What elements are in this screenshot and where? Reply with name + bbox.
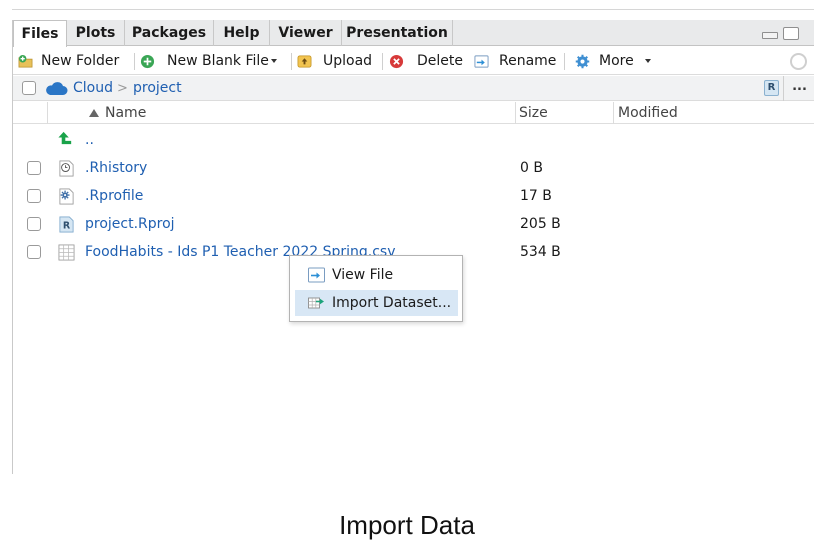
- view-file-icon: [308, 267, 325, 283]
- new-blank-file-label: New Blank File: [167, 53, 269, 69]
- top-divider: [12, 9, 814, 10]
- tab-files[interactable]: Files: [13, 20, 67, 47]
- file-row[interactable]: R project.Rproj 205 B: [13, 210, 814, 238]
- new-folder-icon: [18, 54, 33, 68]
- sort-ascending-icon: [89, 109, 99, 117]
- files-pane: Files Plots Packages Help Viewer Present…: [12, 20, 814, 474]
- refresh-icon[interactable]: [790, 53, 807, 70]
- breadcrumb-project[interactable]: project: [133, 76, 182, 101]
- gear-icon: [575, 54, 590, 69]
- menu-item-label: Import Dataset...: [332, 295, 452, 311]
- delete-icon: [389, 54, 404, 69]
- rename-button[interactable]: Rename: [474, 47, 557, 75]
- select-all-checkbox[interactable]: [22, 81, 36, 95]
- breadcrumb: Cloud > project R ...: [13, 76, 814, 101]
- new-file-icon: [140, 54, 155, 69]
- column-size[interactable]: Size: [519, 102, 548, 124]
- spreadsheet-file-icon: [58, 244, 75, 261]
- column-divider: [47, 102, 48, 124]
- toolbar-separator: [134, 53, 135, 70]
- breadcrumb-cloud[interactable]: Cloud: [73, 76, 113, 101]
- file-size: 0 B: [520, 160, 543, 176]
- tab-presentation[interactable]: Presentation: [342, 20, 453, 46]
- chevron-down-icon: [645, 59, 651, 63]
- files-toolbar: New Folder New Blank File Upload Delete …: [13, 47, 814, 75]
- file-name[interactable]: .Rhistory: [85, 154, 147, 182]
- file-size: 205 B: [520, 216, 561, 232]
- upload-button[interactable]: Upload: [297, 47, 373, 75]
- file-size: 17 B: [520, 188, 552, 204]
- breadcrumb-separator: >: [117, 81, 128, 96]
- tab-plots[interactable]: Plots: [67, 20, 125, 46]
- svg-text:R: R: [63, 220, 71, 231]
- column-modified[interactable]: Modified: [618, 102, 678, 124]
- history-file-icon: [59, 160, 74, 177]
- column-divider: [613, 102, 614, 124]
- upload-icon: [297, 55, 312, 68]
- cloud-icon: [46, 82, 68, 95]
- menu-item-import-dataset[interactable]: Import Dataset...: [295, 290, 458, 316]
- new-folder-label: New Folder: [41, 53, 120, 69]
- more-button[interactable]: More: [575, 47, 651, 75]
- file-name[interactable]: project.Rproj: [85, 210, 175, 238]
- row-checkbox[interactable]: [27, 189, 41, 203]
- menu-item-view-file[interactable]: View File: [295, 262, 458, 288]
- toolbar-separator: [382, 53, 383, 70]
- row-checkbox[interactable]: [27, 161, 41, 175]
- row-checkbox[interactable]: [27, 245, 41, 259]
- file-name[interactable]: .Rprofile: [85, 182, 143, 210]
- toolbar-separator: [564, 53, 565, 70]
- delete-label: Delete: [417, 53, 463, 69]
- upload-label: Upload: [323, 53, 373, 69]
- chevron-down-icon: [271, 59, 277, 63]
- more-label: More: [599, 53, 634, 69]
- minimize-pane-button[interactable]: [762, 32, 778, 39]
- parent-directory-link[interactable]: ..: [85, 126, 94, 154]
- rename-label: Rename: [499, 53, 557, 69]
- file-context-menu: View File Import Dataset...: [289, 255, 463, 322]
- up-arrow-icon: [58, 131, 72, 145]
- column-name[interactable]: Name: [105, 102, 146, 124]
- tab-packages[interactable]: Packages: [125, 20, 214, 46]
- toolbar-separator: [291, 53, 292, 70]
- row-checkbox[interactable]: [27, 217, 41, 231]
- new-folder-button[interactable]: New Folder: [18, 47, 131, 75]
- overflow-button[interactable]: ...: [783, 76, 814, 101]
- tab-viewer[interactable]: Viewer: [270, 20, 342, 46]
- figure-caption: Import Data: [339, 510, 475, 540]
- file-row[interactable]: .Rprofile 17 B: [13, 182, 814, 210]
- new-blank-file-button[interactable]: New Blank File: [140, 47, 288, 75]
- rproj-file-icon: R: [59, 216, 74, 233]
- gear-file-icon: [59, 188, 74, 205]
- file-size: 534 B: [520, 244, 561, 260]
- rename-icon: [474, 55, 489, 68]
- column-header: Name Size Modified: [13, 102, 814, 124]
- parent-directory-row[interactable]: ..: [13, 126, 814, 154]
- import-dataset-icon: [308, 297, 324, 309]
- tab-strip: Files Plots Packages Help Viewer Present…: [13, 20, 814, 47]
- go-to-project-icon[interactable]: R: [764, 80, 779, 96]
- column-divider: [515, 102, 516, 124]
- tab-help[interactable]: Help: [214, 20, 270, 46]
- delete-button[interactable]: Delete: [389, 47, 463, 75]
- file-row[interactable]: .Rhistory 0 B: [13, 154, 814, 182]
- menu-item-label: View File: [332, 267, 394, 283]
- maximize-pane-button[interactable]: [783, 27, 799, 40]
